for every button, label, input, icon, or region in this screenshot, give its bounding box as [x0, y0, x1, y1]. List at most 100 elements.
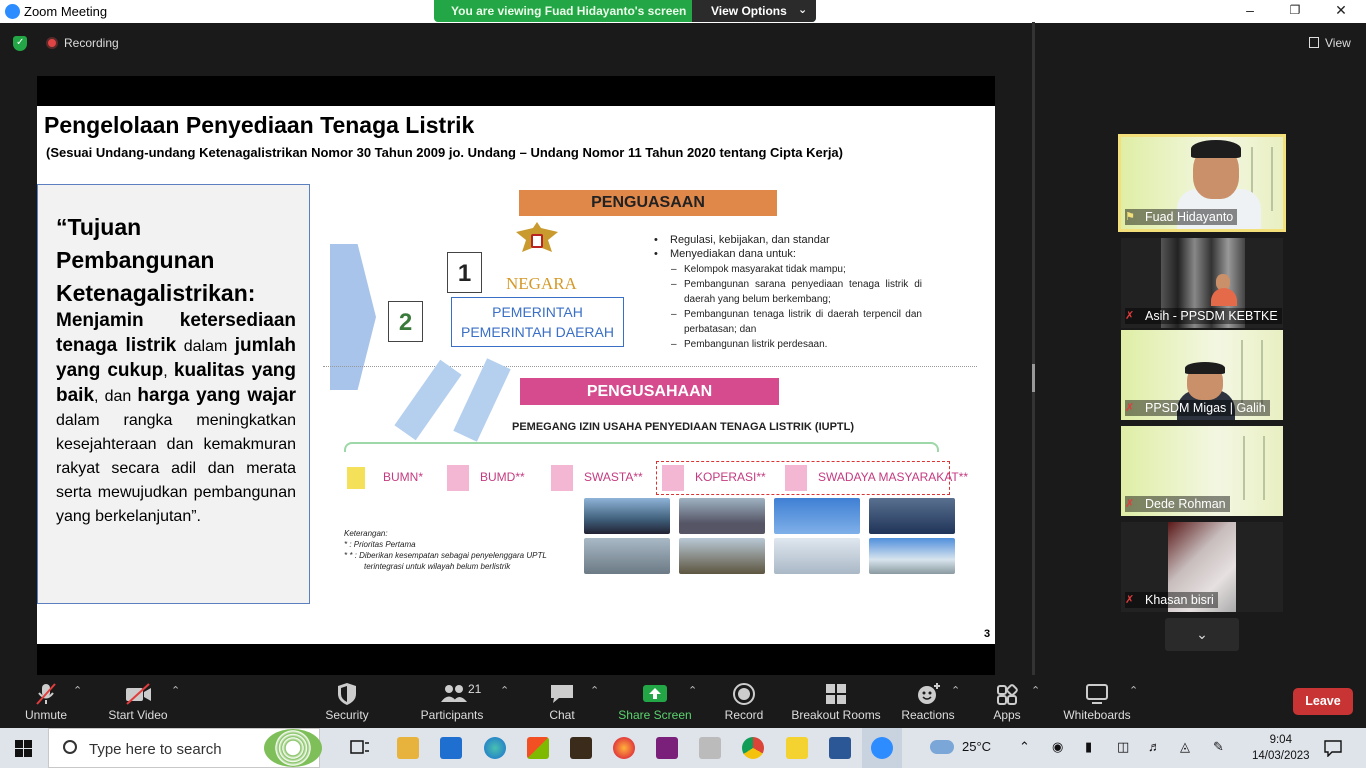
start-video-button[interactable]: Start Video	[102, 675, 174, 728]
penguasaan-bullets: Regulasi, kebijakan, dan standar Menyedi…	[652, 234, 922, 352]
zoom-taskbar-button[interactable]	[862, 728, 902, 768]
close-button[interactable]: ✕	[1331, 2, 1351, 19]
taskbar-search-input[interactable]: Type here to search	[48, 728, 322, 768]
pemerintah-daerah-label: PEMERINTAH DAERAH	[461, 324, 614, 340]
task-view-icon[interactable]	[350, 739, 370, 757]
whiteboards-caret-icon[interactable]: ⌃	[1129, 684, 1138, 697]
chat-button[interactable]: Chat	[534, 675, 590, 728]
search-placeholder: Type here to search	[89, 741, 222, 758]
garuda-emblem-icon	[516, 222, 558, 252]
participant-name: Asih - PPSDM KEBTKE	[1125, 308, 1282, 324]
unmute-button[interactable]: Unmute	[10, 675, 82, 728]
record-button[interactable]: Record	[716, 675, 772, 728]
whiteboard-icon	[1086, 684, 1108, 704]
edge-icon[interactable]	[484, 737, 506, 759]
store-icon[interactable]	[527, 737, 549, 759]
goal-box: “Tujuan Pembangunan Ketenagalistrikan: M…	[37, 184, 310, 604]
muted-mic-icon: ✗	[1125, 498, 1135, 510]
apps-caret-icon[interactable]: ⌃	[1031, 684, 1040, 697]
chat-icon	[551, 685, 573, 703]
participants-button[interactable]: 21 Participants	[414, 675, 490, 728]
chevron-down-icon: ⌄	[798, 4, 808, 16]
participant-tile[interactable]: ✗ Khasan bisri	[1121, 522, 1283, 612]
word-icon[interactable]	[829, 737, 851, 759]
battery-tray-icon[interactable]: ◫	[1117, 739, 1129, 755]
muted-mic-icon	[36, 683, 56, 705]
app-icon[interactable]	[570, 737, 592, 759]
notifications-icon[interactable]	[1324, 739, 1342, 757]
participants-icon	[441, 685, 467, 702]
view-options-button[interactable]: View Options ⌄	[692, 0, 816, 22]
participant-name: Fuad Hidayanto	[1125, 209, 1238, 225]
power-plant-photo	[584, 498, 670, 534]
reactions-button[interactable]: Reactions	[898, 675, 958, 728]
more-participants-button[interactable]: ⌄	[1165, 618, 1239, 651]
penguasaan-banner: PENGUASAAN	[519, 190, 777, 216]
negara-label: NEGARA	[506, 274, 577, 293]
app-icon[interactable]	[656, 737, 678, 759]
drag-handle[interactable]	[1032, 364, 1035, 392]
reactions-icon	[918, 683, 940, 704]
chat-caret-icon[interactable]: ⌃	[590, 684, 599, 697]
goal-heading: “Tujuan Pembangunan Ketenagalistrikan:	[56, 214, 256, 306]
chevron-down-icon: ⌄	[1196, 626, 1208, 642]
mic-tray-icon[interactable]: ▮	[1085, 739, 1092, 755]
viewing-banner: You are viewing Fuad Hidayanto's screen …	[434, 0, 816, 22]
share-caret-icon[interactable]: ⌃	[688, 684, 697, 697]
apps-button[interactable]: Apps	[984, 675, 1030, 728]
maximize-button[interactable]: ❐	[1285, 3, 1305, 17]
video-caret-icon[interactable]: ⌃	[171, 684, 180, 697]
participant-tile[interactable]: ✗ PPSDM Migas | Galih	[1121, 330, 1283, 420]
record-tray-icon[interactable]: ◉	[1052, 739, 1063, 755]
pink-square-icon	[551, 464, 573, 491]
volume-tray-icon[interactable]: ♬	[1148, 739, 1161, 754]
participant-name: PPSDM Migas | Galih	[1125, 400, 1270, 416]
pink-square-icon	[662, 464, 684, 491]
down-arrow-shape	[453, 358, 511, 442]
participant-tile-active[interactable]: ⚑ Fuad Hidayanto	[1118, 134, 1286, 232]
whiteboards-button[interactable]: Whiteboards	[1060, 675, 1134, 728]
apps-icon	[997, 684, 1018, 705]
participants-caret-icon[interactable]: ⌃	[500, 684, 509, 697]
pen-tray-icon[interactable]: ✎	[1213, 739, 1224, 755]
sticky-notes-icon[interactable]	[786, 737, 808, 759]
bullet-item: Regulasi, kebijakan, dan standar	[652, 234, 922, 246]
participant-tile[interactable]: ✗ Dede Rohman	[1121, 426, 1283, 516]
section-divider	[323, 366, 977, 367]
brace-shape	[344, 442, 939, 452]
security-shield-icon[interactable]: ✓	[13, 36, 27, 51]
windows-start-icon[interactable]	[15, 740, 32, 757]
zoom-app-icon	[871, 737, 893, 759]
minimize-button[interactable]: –	[1240, 2, 1260, 18]
slide-title: Pengelolaan Penyediaan Tenaga Listrik	[44, 112, 475, 138]
file-explorer-icon[interactable]	[397, 737, 419, 759]
temperature-label[interactable]: 25°C	[962, 739, 991, 754]
participant-tile[interactable]: ✗ Asih - PPSDM KEBTKE	[1121, 238, 1283, 328]
mail-icon[interactable]	[440, 737, 462, 759]
weather-icon[interactable]	[930, 740, 954, 754]
share-screen-icon	[643, 685, 667, 702]
security-button[interactable]: Security	[316, 675, 378, 728]
reactions-caret-icon[interactable]: ⌃	[951, 684, 960, 697]
system-clock[interactable]: 9:04 14/03/2023	[1252, 732, 1310, 764]
muted-mic-icon: ✗	[1125, 310, 1135, 322]
clock-date: 14/03/2023	[1252, 750, 1310, 762]
network-tray-icon[interactable]: ◬	[1180, 739, 1190, 755]
view-layout-icon	[1309, 37, 1319, 48]
search-icon	[63, 740, 77, 754]
panel-divider[interactable]	[1032, 22, 1035, 675]
printer-icon[interactable]	[699, 737, 721, 759]
share-screen-button[interactable]: Share Screen	[616, 675, 694, 728]
unmute-caret-icon[interactable]: ⌃	[73, 684, 82, 697]
chrome-icon[interactable]	[742, 737, 764, 759]
iuptl-label: PEMEGANG IZIN USAHA PENYEDIAAN TENAGA LI…	[512, 421, 855, 433]
recording-label[interactable]: Recording	[64, 36, 119, 50]
window-title: Zoom Meeting	[24, 4, 108, 19]
tray-chevron-icon[interactable]: ⌃	[1019, 739, 1030, 755]
firefox-icon[interactable]	[613, 737, 635, 759]
view-button[interactable]: View	[1309, 36, 1351, 50]
leave-button[interactable]: Leave	[1293, 688, 1353, 715]
clock-time: 9:04	[1269, 734, 1292, 746]
breakout-rooms-button[interactable]: Breakout Rooms	[790, 675, 882, 728]
sub-bullet-item: Pembangunan listrik perdesaan.	[652, 337, 922, 352]
